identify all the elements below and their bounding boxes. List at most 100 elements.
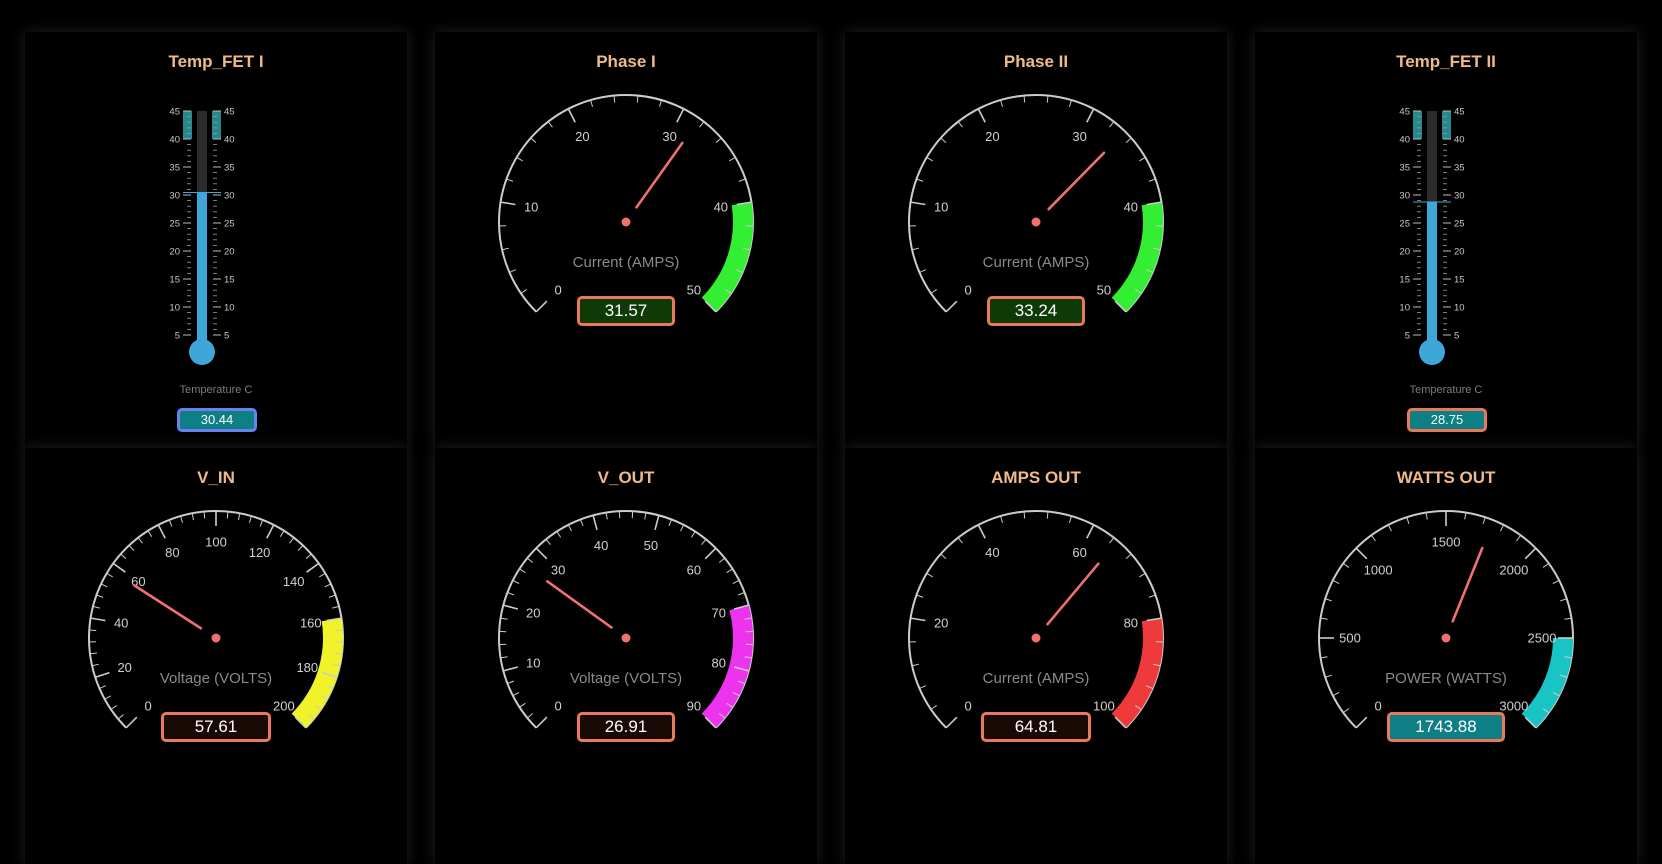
gauge-tick-label: 10 bbox=[524, 199, 538, 214]
gauge-minor-tick bbox=[729, 157, 735, 161]
gauge-tick-label: 0 bbox=[965, 282, 972, 297]
gauge-minor-tick bbox=[700, 122, 704, 128]
thermometer-tick-label: 45 bbox=[1399, 107, 1410, 118]
gauge-major-tick bbox=[536, 301, 547, 312]
gauge-major-tick bbox=[536, 548, 547, 559]
gauge-minor-tick bbox=[738, 592, 745, 595]
gauge-value-text: 26.91 bbox=[605, 717, 648, 736]
gauge-minor-tick bbox=[719, 558, 724, 562]
thermometer-tick-label: 40 bbox=[169, 135, 180, 146]
thermometer-range-highlight bbox=[212, 111, 221, 139]
gauge-minor-tick bbox=[517, 157, 523, 161]
gauge-minor-tick bbox=[306, 554, 311, 559]
gauge-value-display: 26.91 bbox=[577, 712, 675, 742]
gauge-minor-tick bbox=[204, 512, 205, 519]
gauge-minor-tick bbox=[917, 179, 924, 181]
gauge-value-text: 33.24 bbox=[1015, 301, 1058, 320]
gauge-minor-tick bbox=[739, 179, 746, 181]
thermometer-tick-label: 20 bbox=[169, 247, 180, 258]
gauge-minor-tick bbox=[1553, 580, 1559, 583]
gauge-value-text: 57.61 bbox=[195, 717, 238, 736]
gauge-minor-tick bbox=[1001, 516, 1003, 523]
gauge-tick-label: 0 bbox=[965, 698, 972, 713]
gauge-minor-tick bbox=[557, 531, 561, 537]
thermometer-tick-label: 5 bbox=[1454, 331, 1459, 342]
gauge-minor-tick bbox=[927, 573, 933, 577]
gauge-minor-tick bbox=[1483, 517, 1485, 524]
gauge-label: POWER (WATTS) bbox=[1255, 670, 1637, 687]
thermometer-value-display: 30.44 bbox=[177, 408, 257, 432]
gauge-panel-v-out: V_OUT 0102030405060708090 Voltage (VOLTS… bbox=[435, 448, 817, 864]
gauge-needle bbox=[547, 581, 611, 627]
thermometer-fill bbox=[197, 193, 207, 352]
thermometer-tick-label: 15 bbox=[1399, 275, 1410, 286]
gauge-minor-tick bbox=[1110, 122, 1114, 128]
gauge-minor-tick bbox=[1126, 138, 1131, 143]
thermometer-tick-label: 10 bbox=[1454, 303, 1465, 314]
gauge-minor-tick bbox=[227, 512, 228, 519]
thermometer-tick-label: 20 bbox=[1399, 247, 1410, 258]
gauge-minor-tick bbox=[169, 520, 172, 527]
gauge-major-tick bbox=[677, 109, 684, 122]
thermometer-tick-label: 20 bbox=[224, 247, 235, 258]
gauge-minor-tick bbox=[727, 569, 733, 573]
thermometer-label: Temperature C bbox=[25, 384, 407, 396]
gauge-minor-tick bbox=[531, 138, 536, 143]
gauge-major-tick bbox=[267, 525, 274, 538]
gauge-minor-tick bbox=[332, 606, 339, 608]
gauge-tick-label: 40 bbox=[714, 199, 728, 214]
gauge-minor-tick bbox=[1321, 618, 1328, 619]
gauge-minor-tick bbox=[958, 538, 962, 544]
gauge-minor-tick bbox=[507, 592, 514, 595]
gauge-label: Current (AMPS) bbox=[845, 254, 1227, 271]
gauge-minor-tick bbox=[107, 573, 113, 577]
gauge-major-tick bbox=[91, 618, 106, 620]
gauge-phase-1: 01020304050 bbox=[435, 32, 817, 448]
gauge-minor-tick bbox=[1517, 535, 1521, 541]
gauge-tick-label: 40 bbox=[594, 538, 608, 553]
gauge-tick-label: 20 bbox=[526, 606, 540, 621]
thermometer-tick-label: 5 bbox=[175, 331, 180, 342]
gauge-minor-tick bbox=[290, 538, 294, 544]
gauge-minor-tick bbox=[521, 289, 527, 293]
gauge-minor-tick bbox=[329, 595, 336, 597]
gauge-tick-label: 10 bbox=[934, 199, 948, 214]
gauge-minor-tick bbox=[519, 703, 525, 707]
thermometer-tick-label: 15 bbox=[1454, 275, 1465, 286]
gauge-minor-tick bbox=[1371, 535, 1375, 541]
thermometer-bulb bbox=[1419, 339, 1445, 365]
gauge-minor-tick bbox=[280, 531, 284, 537]
gauge-needle bbox=[636, 143, 682, 207]
gauge-phase-2: 01020304050 bbox=[845, 32, 1227, 448]
gauge-tick-label: 50 bbox=[644, 538, 658, 553]
gauge-value-text: 1743.88 bbox=[1415, 717, 1476, 736]
gauge-minor-tick bbox=[260, 520, 263, 527]
gauge-minor-tick bbox=[192, 513, 193, 520]
gauge-major-tick bbox=[946, 717, 957, 728]
gauge-needle-hub bbox=[622, 218, 631, 227]
gauge-major-tick bbox=[501, 202, 516, 204]
gauge-minor-tick bbox=[912, 248, 919, 250]
gauge-panel-watts-out: WATTS OUT 050010001500200025003000 POWER… bbox=[1255, 448, 1637, 864]
thermometer-tick-label: 30 bbox=[169, 191, 180, 202]
gauge-panel-amps-out: AMPS OUT 020406080100 Current (AMPS) 64.… bbox=[845, 448, 1227, 864]
gauge-minor-tick bbox=[917, 595, 924, 597]
thermometer-tick-label: 40 bbox=[1454, 135, 1465, 146]
gauge-major-tick bbox=[1087, 525, 1094, 538]
thermometer-tick-label: 10 bbox=[169, 303, 180, 314]
gauge-minor-tick bbox=[527, 558, 532, 562]
gauge-minor-tick bbox=[1149, 179, 1156, 181]
gauge-major-tick bbox=[911, 618, 926, 620]
gauge-major-tick bbox=[158, 525, 165, 538]
gauge-minor-tick bbox=[1047, 96, 1048, 103]
thermometer-tick-label: 35 bbox=[1399, 163, 1410, 174]
gauge-major-tick bbox=[978, 109, 985, 122]
thermometer-tick-label: 40 bbox=[224, 135, 235, 146]
gauge-minor-tick bbox=[1560, 599, 1567, 601]
gauge-label: Current (AMPS) bbox=[845, 670, 1227, 687]
thermometer-tick-label: 35 bbox=[169, 163, 180, 174]
gauge-minor-tick bbox=[97, 595, 104, 597]
gauge-major-tick bbox=[1356, 548, 1367, 559]
gauge-minor-tick bbox=[1343, 709, 1349, 713]
gauge-zone-band bbox=[702, 605, 753, 728]
